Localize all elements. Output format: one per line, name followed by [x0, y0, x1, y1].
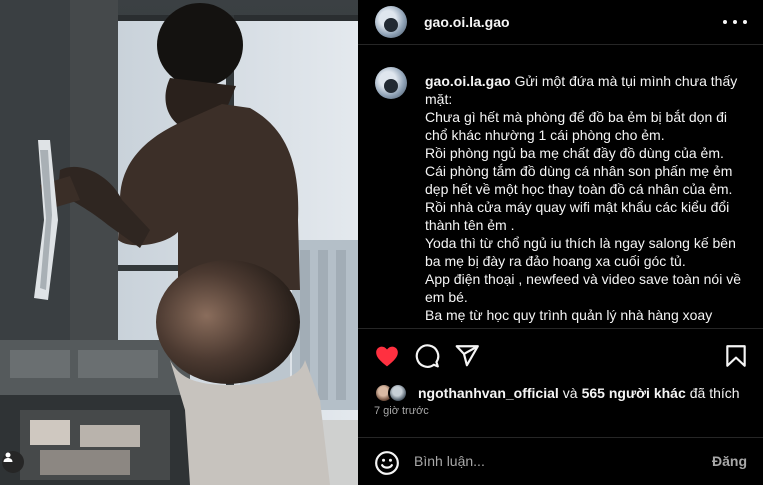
caption-line: Ba mẹ từ học quy trình quản lý nhà hàng … — [425, 307, 713, 323]
comment-icon[interactable] — [414, 343, 440, 369]
comment-bar: Đăng — [358, 437, 763, 485]
post-side-panel: gao.oi.la.gao gao.oi.la.gao Gửi một đứa m… — [358, 0, 763, 485]
caption-line: Chưa gì hết mà phòng để đồ ba ẻm bị bắt … — [425, 109, 728, 143]
post-header: gao.oi.la.gao — [358, 0, 763, 45]
liker-avatars[interactable] — [374, 383, 410, 403]
liker-username[interactable]: ngothanhvan_official — [418, 385, 559, 401]
likes-suffix: đã thích — [689, 385, 740, 401]
emoji-icon[interactable] — [374, 450, 400, 476]
caption-line: Rồi phòng ngủ ba mẹ chất đầy đồ dùng của… — [425, 145, 724, 161]
caption-username[interactable]: gao.oi.la.gao — [425, 73, 511, 89]
caption-text: gao.oi.la.gao Gửi một đứa mà tụi mình chư… — [425, 72, 751, 324]
post-comment-button[interactable]: Đăng — [712, 453, 747, 469]
caption-line: App điện thoại , newfeed và video save t… — [425, 271, 741, 305]
post-photo[interactable] — [0, 0, 358, 485]
comment-input[interactable] — [414, 448, 694, 474]
caption-line: Cái phòng tắm đồ dùng cá nhân son phấn m… — [425, 163, 733, 197]
likes-summary: ngothanhvan_official và 565 người khác đ… — [374, 383, 740, 403]
caption-line: Rồi nhà cửa máy quay wifi mật khẩu các k… — [425, 199, 730, 233]
likes-others-link[interactable]: 565 người khác — [582, 385, 686, 401]
action-bar — [358, 328, 763, 378]
share-icon[interactable] — [454, 343, 480, 369]
user-tag-icon[interactable] — [2, 451, 24, 473]
likes-connector: và — [562, 385, 578, 401]
photo-scene — [0, 0, 358, 485]
author-username[interactable]: gao.oi.la.gao — [424, 14, 510, 30]
caption-avatar[interactable] — [375, 67, 407, 99]
more-options-icon[interactable] — [723, 12, 747, 32]
author-avatar[interactable] — [375, 6, 407, 38]
caption-section: gao.oi.la.gao Gửi một đứa mà tụi mình chư… — [358, 45, 763, 328]
caption-line: Yoda thì từ chổ ngủ iu thích là ngay sal… — [425, 235, 736, 269]
post-timestamp[interactable]: 7 giờ trước — [374, 405, 429, 417]
bookmark-icon[interactable] — [723, 343, 749, 369]
heart-filled-icon[interactable] — [374, 343, 400, 369]
